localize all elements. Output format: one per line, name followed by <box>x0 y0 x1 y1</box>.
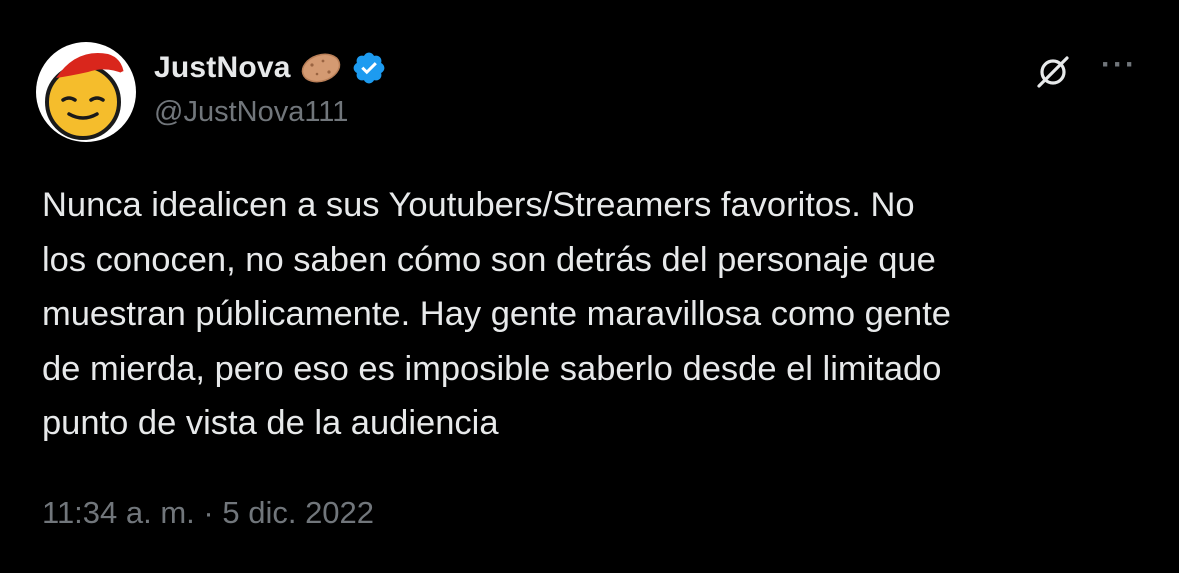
verified-badge-icon[interactable] <box>351 50 387 86</box>
user-handle[interactable]: @JustNova111 <box>154 96 348 129</box>
tweet-time[interactable]: 11:34 a. m. <box>42 495 195 530</box>
tweet-timestamp: 11:34 a. m. · 5 dic. 2022 <box>42 495 374 531</box>
avatar-image <box>36 42 136 142</box>
potato-icon <box>299 51 343 85</box>
tweet-date[interactable]: 5 dic. 2022 <box>222 495 374 530</box>
tweet-card: JustNova @JustNova111 ··· Nunca idealice… <box>0 0 1179 573</box>
author-line: JustNova <box>154 48 387 88</box>
grok-icon[interactable] <box>1035 54 1071 90</box>
tweet-text: Nunca idealicen a sus Youtubers/Streamer… <box>42 186 951 442</box>
display-name[interactable]: JustNova <box>154 51 291 85</box>
avatar[interactable] <box>36 42 136 142</box>
more-options-icon[interactable]: ··· <box>1101 50 1137 80</box>
meta-separator: · <box>194 495 223 530</box>
top-actions: ··· <box>1035 50 1137 90</box>
